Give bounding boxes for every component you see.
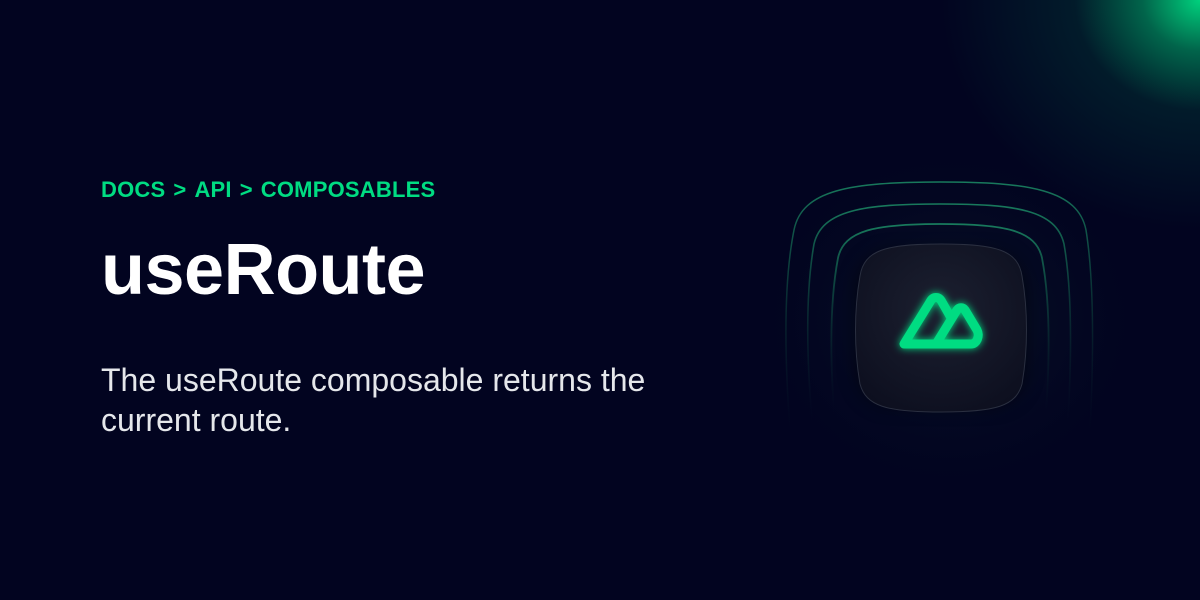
og-card: DOCS > API > COMPOSABLES useRoute The us… (0, 0, 1200, 600)
text-block: DOCS > API > COMPOSABLES useRoute The us… (101, 176, 741, 440)
nuxt-logo-icon (760, 150, 1140, 490)
logo-art (760, 150, 1140, 490)
page-title: useRoute (101, 230, 426, 310)
breadcrumb: DOCS > API > COMPOSABLES (101, 176, 741, 204)
breadcrumb-separator: > (173, 177, 187, 202)
breadcrumb-item-docs[interactable]: DOCS (101, 176, 165, 204)
breadcrumb-separator: > (239, 177, 253, 202)
page-description: The useRoute composable returns the curr… (101, 362, 646, 438)
breadcrumb-item-api[interactable]: API (194, 176, 231, 204)
breadcrumb-item-composables[interactable]: COMPOSABLES (261, 176, 436, 204)
